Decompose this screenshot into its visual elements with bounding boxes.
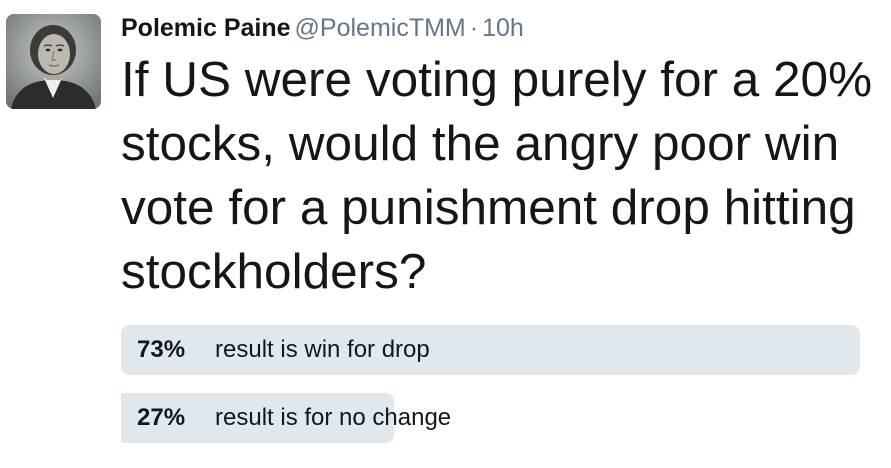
- timestamp[interactable]: 10h: [482, 14, 524, 42]
- avatar[interactable]: [6, 14, 101, 109]
- tweet: Polemic Paine @PolemicTMM · 10h If US were …: [0, 0, 891, 468]
- tweet-text-line: stocks, would the angry poor win: [121, 116, 840, 171]
- poll-option-text: result is win for drop: [215, 336, 430, 363]
- poll-option-win-for-drop: 73% result is win for drop: [121, 325, 891, 375]
- portrait-avatar-icon: [6, 14, 101, 109]
- separator-dot: ·: [469, 14, 479, 42]
- poll-percent: 27%: [137, 404, 186, 431]
- poll: 73% result is win for drop 27% result is f…: [121, 325, 891, 461]
- tweet-text-line: vote for a punishment drop hitting: [121, 180, 856, 235]
- poll-option-label: 27% result is for no change: [137, 393, 451, 443]
- poll-percent: 73%: [137, 336, 186, 363]
- poll-option-text: result is for no change: [215, 404, 452, 431]
- tweet-text-line: stockholders?: [121, 244, 427, 299]
- poll-option-no-change: 27% result is for no change: [121, 393, 891, 443]
- tweet-text-line: If US were voting purely for a 20%: [121, 52, 873, 107]
- author-name[interactable]: Polemic Paine: [121, 14, 291, 42]
- author-handle[interactable]: @PolemicTMM: [295, 14, 466, 42]
- tweet-header: Polemic Paine @PolemicTMM · 10h: [121, 10, 524, 46]
- tweet-text: If US were voting purely for a 20% stock…: [121, 48, 891, 304]
- poll-option-label: 73% result is win for drop: [137, 325, 430, 375]
